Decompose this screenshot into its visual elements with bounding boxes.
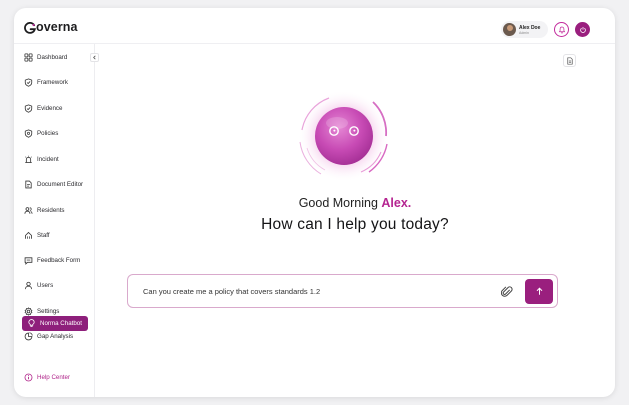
sidebar-item-dashboard[interactable]: Dashboard bbox=[24, 50, 67, 64]
sidebar-item-label: Gap Analysis bbox=[37, 332, 74, 340]
sidebar-item-feedback-form[interactable]: Feedback Form bbox=[24, 253, 80, 267]
user-icon bbox=[25, 281, 32, 289]
sidebar-item-label: Dashboard bbox=[37, 53, 68, 61]
sidebar-item-document-editor[interactable]: Document Editor bbox=[24, 177, 83, 191]
top-bar: overna Alex Doe Admin bbox=[14, 8, 615, 44]
logo-text: overna bbox=[36, 20, 78, 34]
help-icon bbox=[24, 373, 33, 381]
assistant-orb-icon bbox=[298, 92, 390, 180]
sidebar-item-users[interactable]: Users bbox=[24, 278, 53, 292]
user-info: Alex Doe Admin bbox=[519, 25, 540, 35]
sidebar-item-gap-analysis[interactable]: Gap Analysis bbox=[24, 329, 73, 343]
gear-icon bbox=[24, 306, 33, 316]
send-button[interactable] bbox=[525, 279, 553, 304]
user-role: Admin bbox=[519, 30, 529, 35]
greeting-text: Good Morning Alex. bbox=[95, 196, 615, 210]
app-window: overna Alex Doe Admin Dashboard Framewor… bbox=[14, 8, 615, 397]
document-edit-icon bbox=[25, 180, 32, 188]
sidebar-item-label: Settings bbox=[37, 307, 60, 315]
sidebar-item-policies[interactable]: Policies bbox=[24, 126, 58, 140]
bell-icon bbox=[558, 26, 565, 33]
notifications-button[interactable] bbox=[554, 22, 569, 37]
sidebar-item-label: Evidence bbox=[37, 104, 63, 112]
feedback-icon bbox=[24, 256, 33, 265]
shield-icon bbox=[24, 128, 33, 138]
sidebar-item-label: Framework bbox=[37, 78, 68, 86]
gap-analysis-icon bbox=[24, 331, 33, 340]
sidebar-item-evidence[interactable]: Evidence bbox=[24, 101, 62, 115]
shield-check-icon bbox=[24, 103, 33, 113]
avatar bbox=[503, 23, 516, 36]
documents-button[interactable] bbox=[563, 54, 576, 67]
sidebar-item-incident[interactable]: Incident bbox=[24, 152, 59, 166]
alarm-icon bbox=[25, 155, 32, 163]
logo-g-icon bbox=[24, 21, 36, 34]
sidebar bbox=[14, 44, 95, 397]
sidebar-item-label: Residents bbox=[37, 206, 65, 214]
user-profile-chip[interactable]: Alex Doe Admin bbox=[501, 21, 548, 38]
paperclip-icon[interactable] bbox=[501, 285, 513, 299]
greeting-user-name: Alex. bbox=[381, 196, 412, 210]
sidebar-item-norma-chatbot[interactable]: Norma Chatbot bbox=[22, 316, 88, 331]
sidebar-item-residents[interactable]: Residents bbox=[24, 203, 65, 217]
sidebar-item-label: Document Editor bbox=[37, 180, 84, 188]
framework-icon bbox=[24, 77, 33, 87]
logout-button[interactable] bbox=[575, 22, 590, 37]
bulb-icon bbox=[28, 319, 35, 327]
sidebar-item-label: Feedback Form bbox=[37, 256, 81, 264]
staff-icon bbox=[25, 231, 32, 239]
chat-input-field[interactable]: Can you create me a policy that covers s… bbox=[143, 287, 320, 296]
chevron-left-icon bbox=[93, 55, 96, 60]
chat-input-box[interactable]: Can you create me a policy that covers s… bbox=[127, 274, 558, 308]
sidebar-item-label: Staff bbox=[37, 231, 50, 239]
help-center-label: Help Center bbox=[37, 373, 71, 381]
assistant-prompt-heading: How can I help you today? bbox=[261, 216, 449, 233]
sidebar-item-label: Users bbox=[37, 281, 54, 289]
sidebar-item-label: Policies bbox=[37, 129, 59, 137]
document-icon bbox=[566, 56, 573, 65]
sidebar-item-label: Norma Chatbot bbox=[40, 320, 82, 327]
sidebar-item-label: Incident bbox=[37, 155, 59, 163]
help-center-link[interactable]: Help Center bbox=[24, 370, 70, 384]
sidebar-item-staff[interactable]: Staff bbox=[24, 228, 50, 242]
power-icon bbox=[579, 26, 586, 33]
sidebar-item-framework[interactable]: Framework bbox=[24, 75, 68, 89]
greeting-prefix: Good Morning bbox=[298, 196, 382, 210]
arrow-up-icon bbox=[536, 287, 542, 295]
logo[interactable]: overna bbox=[24, 20, 78, 34]
collapse-sidebar-button[interactable] bbox=[90, 53, 99, 62]
users-icon bbox=[24, 206, 33, 214]
grid-icon bbox=[24, 52, 33, 62]
